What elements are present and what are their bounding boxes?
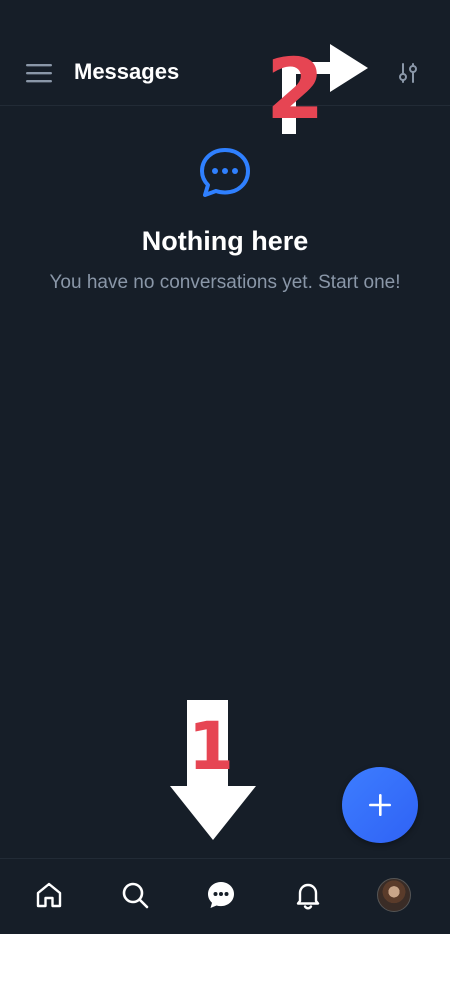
empty-state-subtitle: You have no conversations yet. Start one… [49,272,401,293]
bottom-navigation [0,858,450,934]
chat-bubble-icon [200,148,250,197]
nav-messages[interactable] [201,875,241,915]
nav-profile[interactable] [374,875,414,915]
annotation-number-2: 2 [266,40,325,138]
new-message-button[interactable] [342,767,418,843]
nav-notifications[interactable] [288,875,328,915]
app-screen: Messages Nothing here You have no conver… [0,0,450,934]
search-icon [122,882,149,909]
avatar [377,878,411,912]
nav-search[interactable] [115,875,155,915]
annotation-number-1: 1 [188,708,234,785]
hamburger-menu-icon [26,64,52,83]
sliders-filter-icon [399,63,417,83]
empty-state-title: Nothing here [141,226,309,256]
nav-home[interactable] [29,875,69,915]
page-title: Messages [74,59,180,84]
top-app-bar: Messages [0,0,450,106]
bell-icon [296,883,320,910]
filter-button[interactable] [391,56,425,90]
plus-icon [369,794,391,816]
home-icon [36,882,62,908]
menu-button[interactable] [22,56,56,90]
messages-icon [208,882,234,908]
